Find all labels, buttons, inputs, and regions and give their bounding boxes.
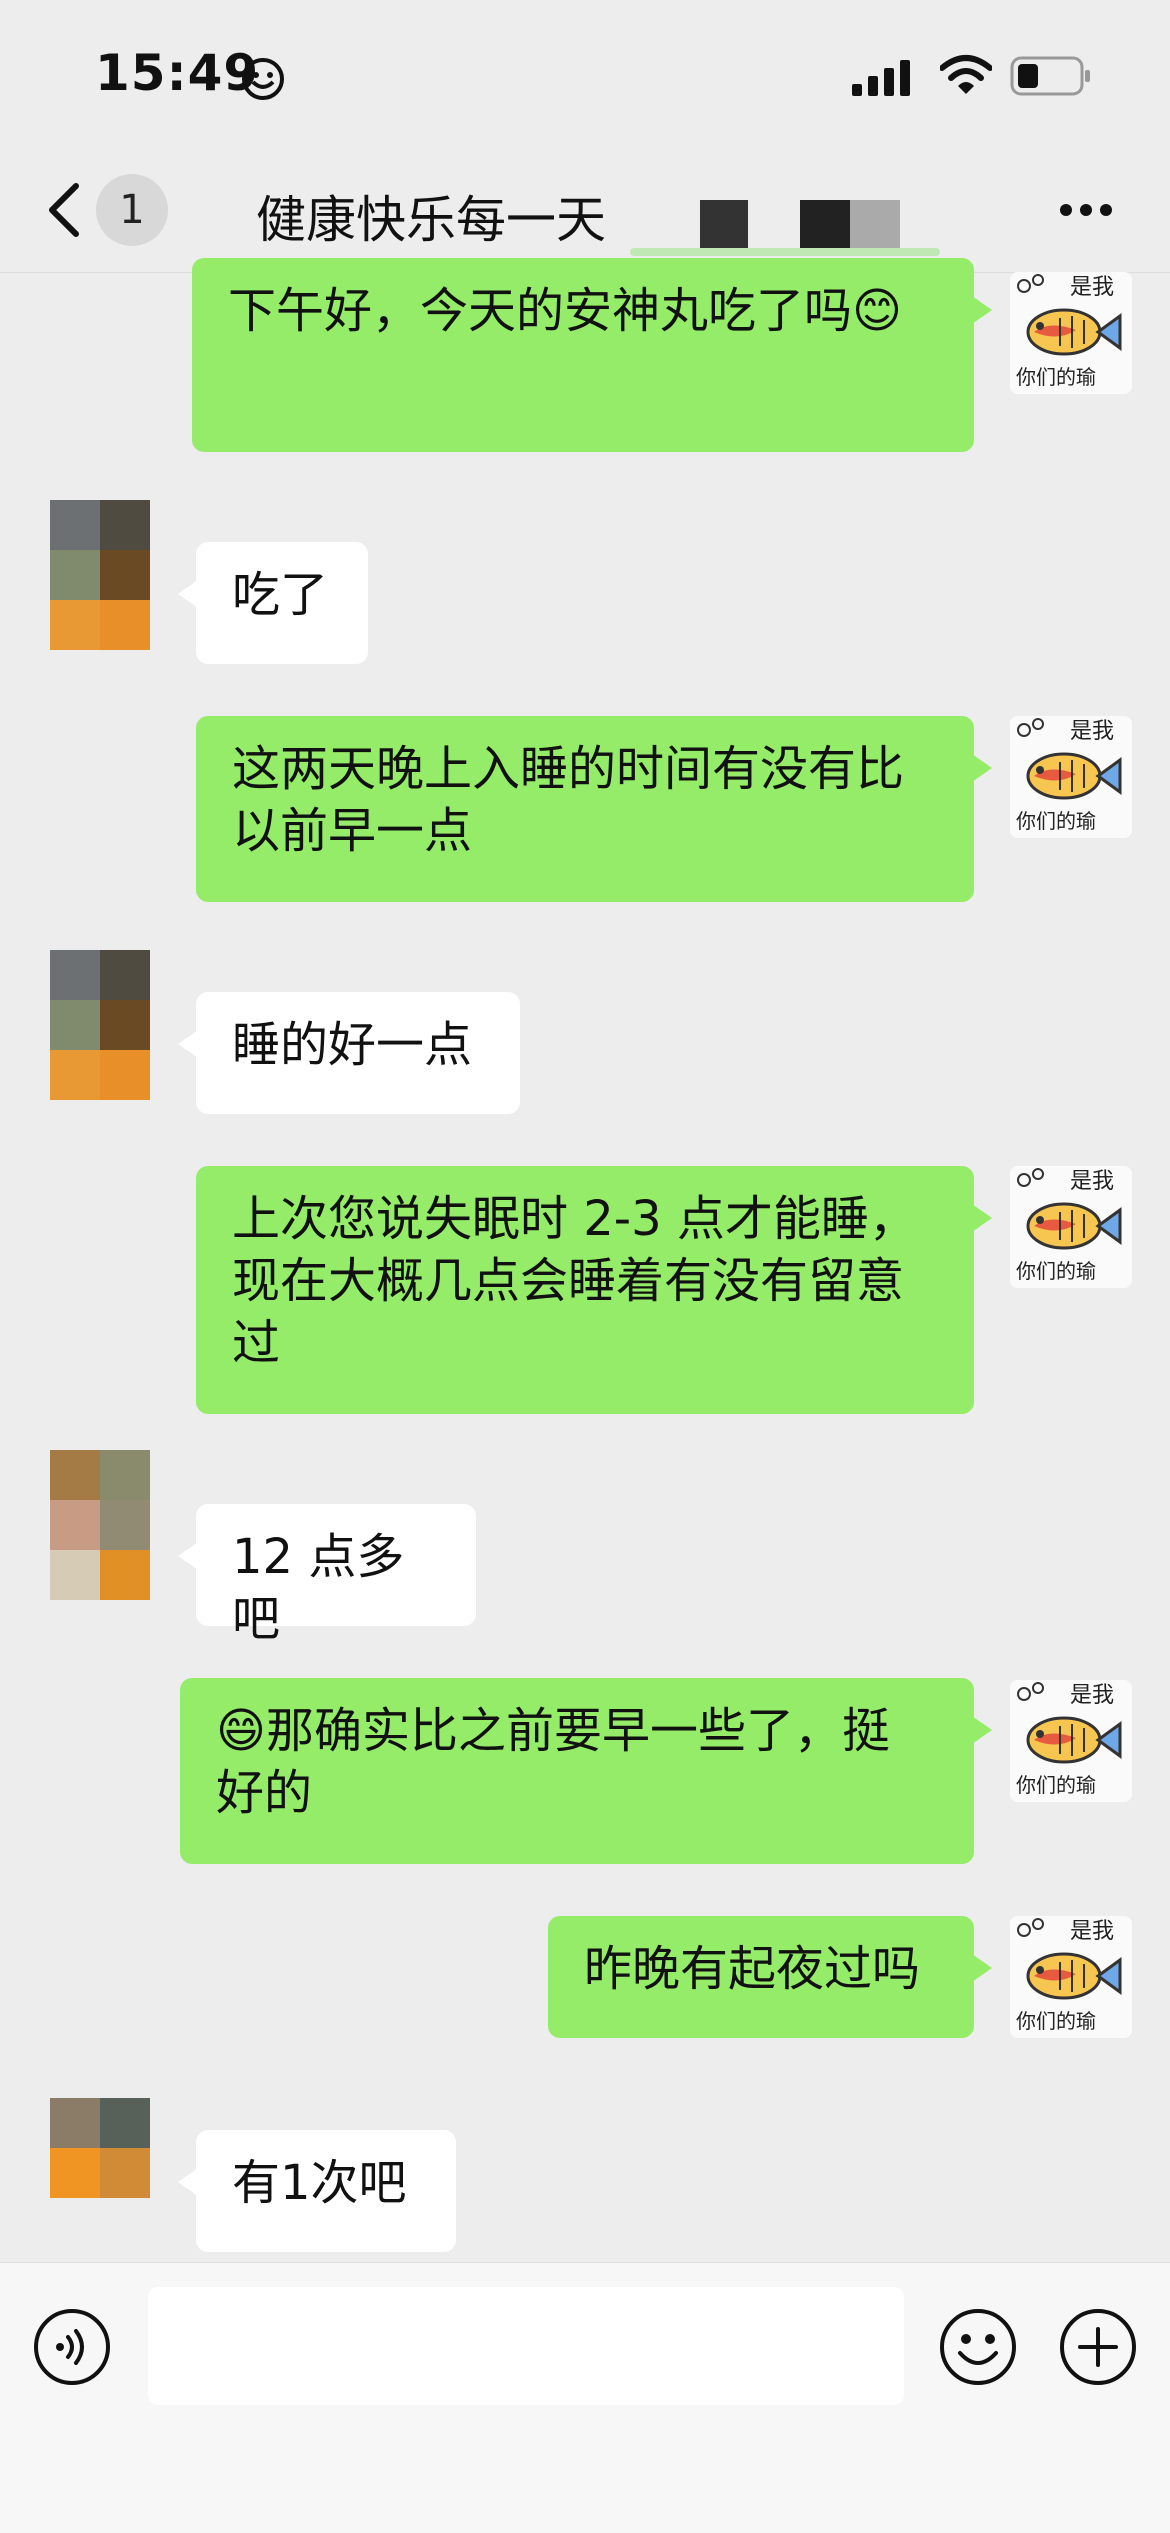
signal-icon	[852, 60, 910, 96]
incoming-message[interactable]: 睡的好一点	[178, 992, 520, 1114]
self-avatar[interactable]: 是我 你们的瑜	[1010, 716, 1132, 838]
message-text: 下午好，今天的安神丸吃了吗😊	[228, 283, 903, 339]
unread-count-badge[interactable]: 1	[96, 174, 168, 246]
contact-avatar[interactable]	[50, 2098, 150, 2198]
message-text: 😄那确实比之前要早一些了，挺好的	[216, 1703, 891, 1821]
input-bar	[0, 2262, 1170, 2533]
fish-sticker-icon: 是我 你们的瑜	[1010, 716, 1132, 838]
redacted-block	[850, 200, 900, 248]
self-avatar[interactable]: 是我 你们的瑜	[1010, 1680, 1132, 1802]
voice-icon[interactable]	[32, 2307, 112, 2387]
wifi-icon	[940, 55, 992, 94]
contact-avatar[interactable]	[50, 950, 150, 1100]
more-dots-icon[interactable]	[1058, 202, 1114, 218]
message-text: 上次您说失眠时 2-3 点才能睡，现在大概几点会睡着有没有留意过	[232, 1191, 917, 1371]
outgoing-message[interactable]: 下午好，今天的安神丸吃了吗😊	[192, 258, 992, 452]
redacted-overlay	[630, 248, 940, 256]
outgoing-message[interactable]: 昨晚有起夜过吗	[548, 1916, 992, 2038]
message-text: 12 点多吧	[232, 1529, 405, 1647]
avatar-caption: 是我	[1070, 719, 1114, 744]
chat-header: 1 健康快乐每一天	[0, 150, 1170, 273]
contact-avatar[interactable]	[50, 1450, 150, 1600]
message-text: 有1次吧	[232, 2155, 407, 2211]
fish-sticker-icon: 是我 你们的瑜	[1010, 1916, 1132, 2038]
avatar-caption: 你们的瑜	[1016, 2009, 1096, 2033]
avatar-caption: 是我	[1070, 1169, 1114, 1194]
avatar-caption: 你们的瑜	[1016, 365, 1096, 389]
plus-icon[interactable]	[1058, 2307, 1138, 2387]
contact-avatar[interactable]	[50, 500, 150, 650]
redacted-block	[700, 200, 748, 248]
avatar-caption: 是我	[1070, 1683, 1114, 1708]
message-text: 这两天晚上入睡的时间有没有比以前早一点	[232, 741, 905, 859]
avatar-caption: 是我	[1070, 1919, 1114, 1944]
fish-sticker-icon: 是我 你们的瑜	[1010, 272, 1132, 394]
self-avatar[interactable]: 是我 你们的瑜	[1010, 1916, 1132, 2038]
chat-title: 健康快乐每一天	[256, 191, 606, 249]
back-chevron-icon[interactable]	[42, 180, 90, 240]
battery-icon	[1010, 56, 1090, 96]
outgoing-message[interactable]: 上次您说失眠时 2-3 点才能睡，现在大概几点会睡着有没有留意过	[196, 1166, 992, 1414]
emoji-icon[interactable]	[938, 2307, 1018, 2387]
message-text: 睡的好一点	[232, 1017, 473, 1073]
message-text: 昨晚有起夜过吗	[584, 1941, 921, 1997]
incoming-message[interactable]: 吃了	[178, 542, 368, 664]
smiley-icon	[242, 58, 284, 100]
fish-sticker-icon: 是我 你们的瑜	[1010, 1680, 1132, 1802]
message-input[interactable]	[148, 2287, 904, 2405]
self-avatar[interactable]: 是我 你们的瑜	[1010, 1166, 1132, 1288]
avatar-caption: 你们的瑜	[1016, 1259, 1096, 1283]
outgoing-message[interactable]: 这两天晚上入睡的时间有没有比以前早一点	[196, 716, 992, 902]
incoming-message[interactable]: 12 点多吧	[178, 1504, 476, 1647]
status-time: 15:49	[95, 44, 260, 102]
message-text: 吃了	[232, 567, 329, 623]
incoming-message[interactable]: 有1次吧	[178, 2130, 456, 2252]
avatar-caption: 你们的瑜	[1016, 1773, 1096, 1797]
avatar-caption: 是我	[1070, 275, 1114, 300]
fish-sticker-icon: 是我 你们的瑜	[1010, 1166, 1132, 1288]
redacted-block	[800, 200, 850, 248]
self-avatar[interactable]: 是我 你们的瑜	[1010, 272, 1132, 394]
avatar-caption: 你们的瑜	[1016, 809, 1096, 833]
status-bar: 15:49	[0, 0, 1170, 150]
outgoing-message[interactable]: 😄那确实比之前要早一些了，挺好的	[180, 1678, 992, 1864]
